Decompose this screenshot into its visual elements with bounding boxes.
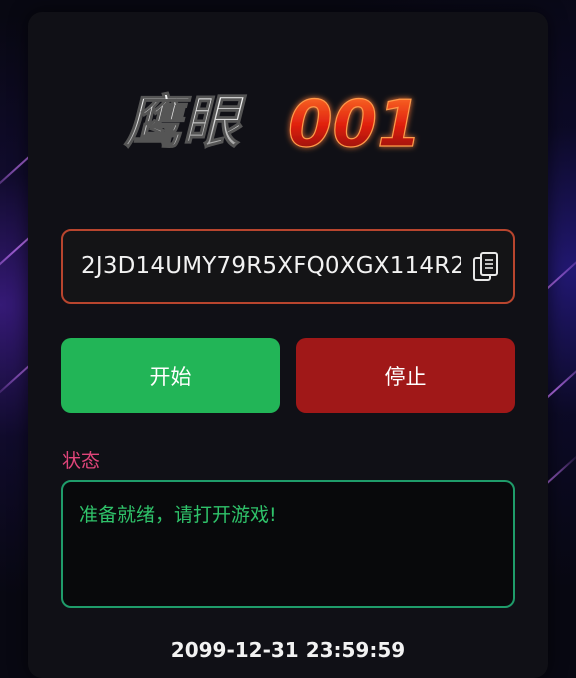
- key-value[interactable]: 2J3D14UMY79R5XFQ0XGX114R2: [81, 253, 461, 279]
- logo-text-number: 001: [288, 88, 422, 162]
- stop-button[interactable]: 停止: [296, 338, 515, 413]
- start-button[interactable]: 开始: [61, 338, 280, 413]
- app-logo-graphic: 鹰眼 001: [123, 87, 423, 162]
- timestamp: 2099-12-31 23:59:59: [170, 638, 406, 662]
- status-label: 状态: [62, 450, 101, 472]
- key-input-field[interactable]: 2J3D14UMY79R5XFQ0XGX114R2: [61, 229, 515, 304]
- status-box: 准备就绪，请打开游戏!: [61, 480, 515, 608]
- logo-text-main: 鹰眼: [123, 88, 247, 156]
- status-message: 准备就绪，请打开游戏!: [79, 504, 277, 526]
- copy-icon[interactable]: [471, 251, 501, 285]
- app-logo: 鹰眼 001: [120, 78, 460, 168]
